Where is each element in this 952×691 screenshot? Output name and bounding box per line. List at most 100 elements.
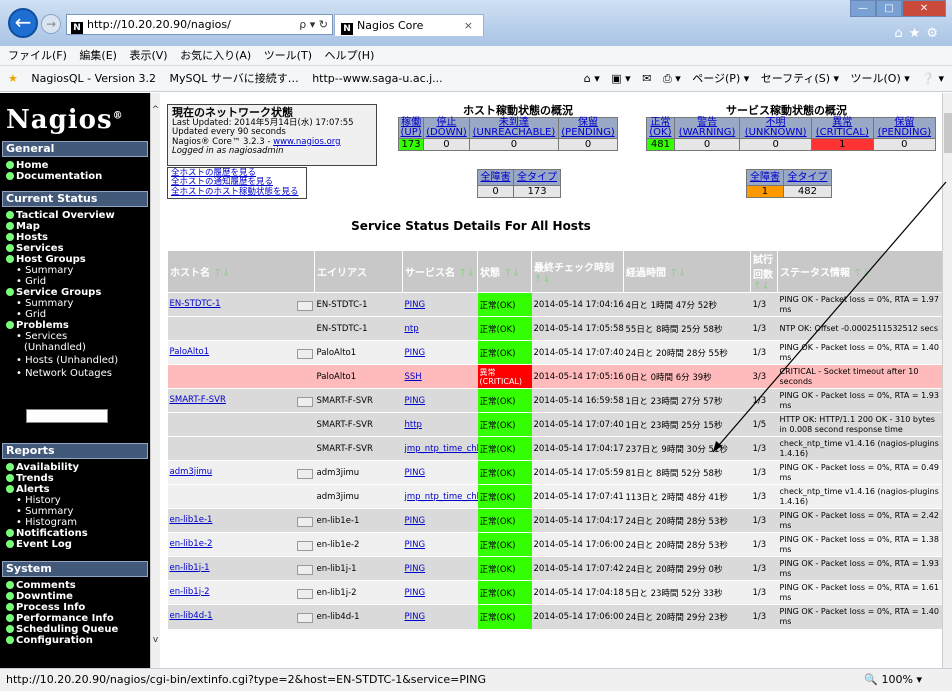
page-scrollbar[interactable] bbox=[942, 93, 952, 668]
svc-critical-header[interactable]: 異常 (CRITICAL) bbox=[810, 117, 874, 139]
menu-edit[interactable]: 編集(E) bbox=[79, 49, 117, 62]
sort-arrows-icon[interactable]: ↑↓ bbox=[853, 268, 870, 279]
nav-services[interactable]: Services bbox=[6, 243, 64, 254]
home-icon[interactable]: ⌂ bbox=[894, 26, 908, 41]
menu-file[interactable]: ファイル(F) bbox=[8, 49, 67, 62]
zoom-level[interactable]: 🔍 100% ▾ bbox=[864, 669, 922, 690]
cell-host-link[interactable]: en-lib4d-1 bbox=[170, 611, 213, 621]
nav-problems[interactable]: Problems bbox=[6, 320, 69, 331]
sort-arrows-icon[interactable]: ↑↓ bbox=[534, 274, 551, 285]
cell-service-link[interactable]: PING bbox=[405, 396, 426, 406]
tools-menu[interactable]: ツール(O) ▾ bbox=[851, 72, 910, 85]
host-all-types-header[interactable]: 全タイプ bbox=[513, 169, 561, 186]
sidebar-search-input[interactable] bbox=[26, 409, 108, 423]
col-attempt[interactable]: 試行回数 ↑↓ bbox=[750, 250, 778, 293]
sort-arrows-icon[interactable]: ↑↓ bbox=[213, 268, 230, 279]
nav-tactical-overview[interactable]: Tactical Overview bbox=[6, 210, 115, 221]
cell-host-link[interactable]: en-lib1j-1 bbox=[170, 563, 210, 573]
nav-availability[interactable]: Availability bbox=[6, 462, 79, 473]
svc-pending-header[interactable]: 保留 (PENDING) bbox=[872, 117, 937, 139]
cell-host[interactable]: en-lib1j-1 bbox=[167, 556, 315, 581]
cell-host[interactable]: en-lib1j-2 bbox=[167, 580, 315, 605]
nav-notifications[interactable]: Notifications bbox=[6, 528, 88, 539]
help-icon[interactable]: ❔ ▾ bbox=[921, 72, 944, 85]
maximize-button[interactable]: □ bbox=[876, 0, 902, 17]
svc-ok-header[interactable]: 正常 (OK) bbox=[646, 117, 675, 139]
cell-service[interactable]: PING bbox=[402, 292, 478, 317]
cell-service-link[interactable]: ntp bbox=[405, 324, 419, 334]
scrollbar-thumb[interactable] bbox=[944, 113, 952, 153]
cell-host[interactable]: adm3jimu bbox=[167, 460, 315, 485]
host-unreachable-header[interactable]: 未到達 (UNREACHABLE) bbox=[468, 117, 560, 139]
cell-service-link[interactable]: jmp_ntp_time_chk bbox=[405, 444, 478, 454]
sort-arrows-icon[interactable]: ↑↓ bbox=[503, 268, 520, 279]
cell-service-link[interactable]: PING bbox=[405, 348, 426, 358]
nagios-org-link[interactable]: www.nagios.org bbox=[273, 137, 340, 147]
cell-host-link[interactable]: en-lib1j-2 bbox=[170, 587, 210, 597]
cell-host[interactable]: en-lib4d-1 bbox=[167, 604, 315, 629]
cell-host-link[interactable]: SMART-F-SVR bbox=[170, 395, 226, 405]
nav-comments[interactable]: Comments bbox=[6, 580, 76, 591]
cell-service-link[interactable]: PING bbox=[405, 588, 426, 598]
browser-tab[interactable]: N Nagios Core × bbox=[334, 14, 484, 36]
cell-service[interactable]: PING bbox=[402, 580, 478, 605]
host-down-header[interactable]: 停止 (DOWN) bbox=[423, 117, 470, 139]
cell-service-link[interactable]: PING bbox=[405, 516, 426, 526]
svc-all-problems-header[interactable]: 全障害 bbox=[746, 169, 784, 186]
cell-host-link[interactable]: adm3jimu bbox=[170, 467, 213, 477]
nav-host-groups[interactable]: Host Groups bbox=[6, 254, 86, 265]
feeds-icon[interactable]: ▣ ▾ bbox=[611, 72, 630, 85]
host-all-problems-header[interactable]: 全障害 bbox=[476, 169, 515, 186]
back-button[interactable]: ← bbox=[8, 8, 38, 38]
menu-help[interactable]: ヘルプ(H) bbox=[325, 49, 375, 62]
svc-unknown-header[interactable]: 不明 (UNKNOWN) bbox=[739, 117, 812, 139]
fav-link-mysql[interactable]: MySQL サーバに接続す… bbox=[170, 72, 299, 85]
cell-service[interactable]: ntp bbox=[402, 316, 478, 341]
nav-map[interactable]: Map bbox=[6, 221, 40, 232]
cell-service[interactable]: jmp_ntp_time_chk bbox=[402, 436, 478, 461]
cell-host[interactable]: en-lib1e-2 bbox=[167, 532, 315, 557]
sort-arrows-icon[interactable]: ↑↓ bbox=[669, 268, 686, 279]
nav-hg-grid[interactable]: • Grid bbox=[16, 276, 46, 287]
cell-service-link[interactable]: http bbox=[405, 420, 422, 430]
col-status-info[interactable]: ステータス情報 ↑↓ bbox=[777, 250, 943, 293]
close-window-button[interactable]: ✕ bbox=[902, 0, 946, 17]
minimize-button[interactable]: — bbox=[850, 0, 876, 17]
cell-service[interactable]: PING bbox=[402, 556, 478, 581]
nav-trends[interactable]: Trends bbox=[6, 473, 54, 484]
nav-alerts-history[interactable]: • History bbox=[16, 495, 61, 506]
nav-network-outages[interactable]: • Network Outages bbox=[16, 368, 112, 379]
cell-service-link[interactable]: SSH bbox=[405, 372, 422, 382]
cell-service-link[interactable]: PING bbox=[405, 612, 426, 622]
col-host[interactable]: ホスト名 ↑↓ bbox=[167, 250, 315, 293]
safety-menu[interactable]: セーフティ(S) ▾ bbox=[761, 72, 839, 85]
nav-alerts-summary[interactable]: • Summary bbox=[16, 506, 73, 517]
cell-service[interactable]: PING bbox=[402, 460, 478, 485]
cell-service-link[interactable]: jmp_ntp_time_chk bbox=[405, 492, 478, 502]
forward-button[interactable]: → bbox=[41, 14, 61, 34]
scroll-down-icon[interactable]: v bbox=[151, 635, 160, 645]
nav-problems-services[interactable]: • Services bbox=[16, 331, 67, 342]
nav-home[interactable]: Home bbox=[6, 160, 48, 171]
sort-arrows-icon[interactable]: ↑↓ bbox=[458, 268, 475, 279]
nav-problems-unhandled[interactable]: (Unhandled) bbox=[24, 342, 86, 353]
mail-icon[interactable]: ✉ bbox=[642, 72, 651, 85]
nav-service-groups[interactable]: Service Groups bbox=[6, 287, 101, 298]
nav-configuration[interactable]: Configuration bbox=[6, 635, 93, 646]
cell-service-link[interactable]: PING bbox=[405, 300, 426, 310]
menu-tools[interactable]: ツール(T) bbox=[264, 49, 312, 62]
nav-problems-hosts[interactable]: • Hosts (Unhandled) bbox=[16, 355, 118, 366]
nav-process-info[interactable]: Process Info bbox=[6, 602, 85, 613]
menu-favorites[interactable]: お気に入り(A) bbox=[180, 49, 251, 62]
tab-close-button[interactable]: × bbox=[464, 15, 473, 36]
col-status[interactable]: 状態 ↑↓ bbox=[477, 250, 532, 293]
favorites-star-icon[interactable]: ★ bbox=[909, 26, 927, 41]
nav-downtime[interactable]: Downtime bbox=[6, 591, 73, 602]
nav-alerts[interactable]: Alerts bbox=[6, 484, 50, 495]
nav-scheduling-queue[interactable]: Scheduling Queue bbox=[6, 624, 118, 635]
nav-documentation[interactable]: Documentation bbox=[6, 171, 102, 182]
fav-link-nagiosql[interactable]: NagiosQL - Version 3.2 bbox=[31, 72, 156, 85]
address-bar[interactable]: Nhttp://10.20.20.90/nagios/ρ ▾ ↻ bbox=[66, 14, 333, 35]
address-controls[interactable]: ρ ▾ ↻ bbox=[299, 15, 328, 34]
cell-service[interactable]: PING bbox=[402, 388, 478, 413]
